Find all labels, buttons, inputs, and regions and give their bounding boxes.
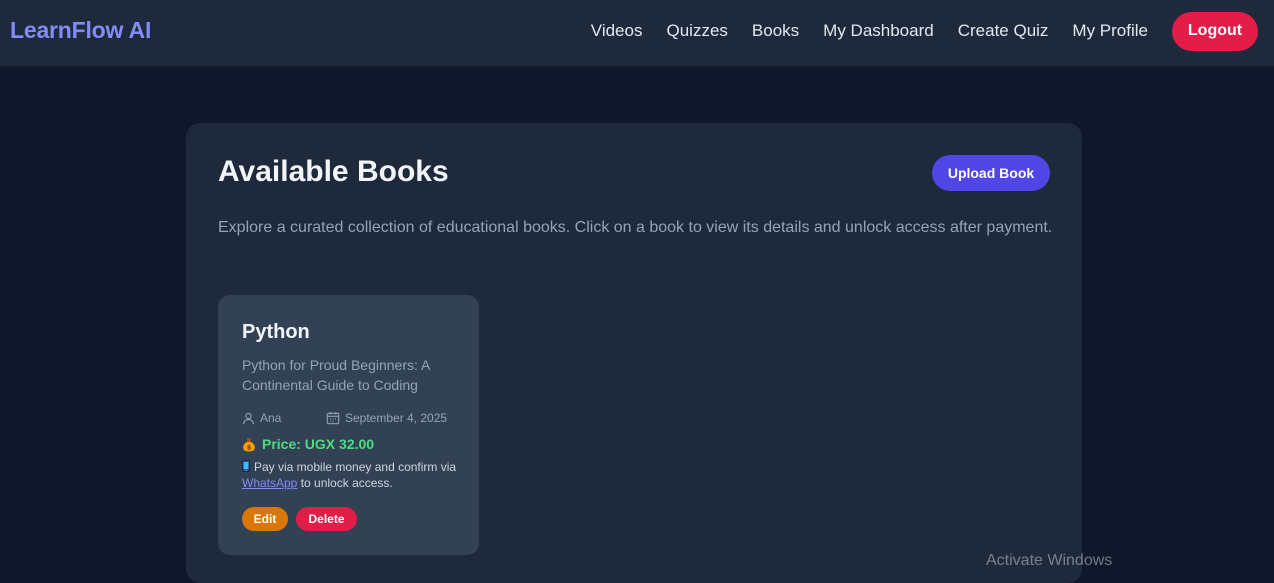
- page-title: Available Books: [218, 155, 449, 188]
- book-subtitle: Python for Proud Beginners: A Continenta…: [242, 357, 430, 393]
- navbar: LearnFlow AI Videos Quizzes Books My Das…: [0, 0, 1274, 67]
- user-icon: [242, 412, 255, 424]
- money-bag-icon: $: [243, 438, 255, 451]
- payment-note-prefix: Pay via mobile money and confirm via: [254, 460, 457, 474]
- nav-quizzes[interactable]: Quizzes: [666, 21, 727, 41]
- nav-my-profile[interactable]: My Profile: [1072, 21, 1148, 41]
- delete-button[interactable]: Delete: [296, 507, 357, 531]
- book-date: September 4, 2025: [326, 411, 447, 425]
- page-description: Explore a curated collection of educatio…: [218, 219, 1053, 236]
- edit-button[interactable]: Edit: [242, 507, 288, 531]
- nav-links: Videos Quizzes Books My Dashboard Create…: [591, 11, 1258, 51]
- book-date-text: September 4, 2025: [345, 411, 448, 425]
- book-author-name: Ana: [260, 411, 282, 425]
- activate-windows-watermark: Activate Windows: [986, 552, 1113, 569]
- books-panel: Available Books Upload Book Explore a cu…: [186, 123, 1082, 583]
- book-card[interactable]: Python Python for Proud Beginners: A Con…: [218, 295, 479, 555]
- calendar-icon: [326, 412, 340, 425]
- payment-note-suffix: to unlock access.: [300, 476, 393, 490]
- book-price-text: Price: UGX 32.00: [262, 436, 375, 452]
- brand-logo[interactable]: LearnFlow AI: [10, 17, 151, 44]
- upload-book-button[interactable]: Upload Book: [932, 155, 1050, 191]
- nav-books[interactable]: Books: [752, 21, 799, 41]
- whatsapp-link[interactable]: WhatsApp: [242, 476, 297, 490]
- nav-create-quiz[interactable]: Create Quiz: [958, 21, 1049, 41]
- payment-note: Pay via mobile money and confirm via Wha…: [242, 459, 467, 491]
- mobile-phone-icon: [242, 460, 250, 472]
- svg-text:$: $: [247, 443, 252, 451]
- nav-videos[interactable]: Videos: [591, 21, 643, 41]
- book-title: Python: [242, 321, 310, 343]
- book-price: $ Price: UGX 32.00: [242, 436, 374, 452]
- logout-button[interactable]: Logout: [1172, 11, 1258, 51]
- nav-my-dashboard[interactable]: My Dashboard: [823, 21, 934, 41]
- book-author: Ana: [242, 411, 281, 425]
